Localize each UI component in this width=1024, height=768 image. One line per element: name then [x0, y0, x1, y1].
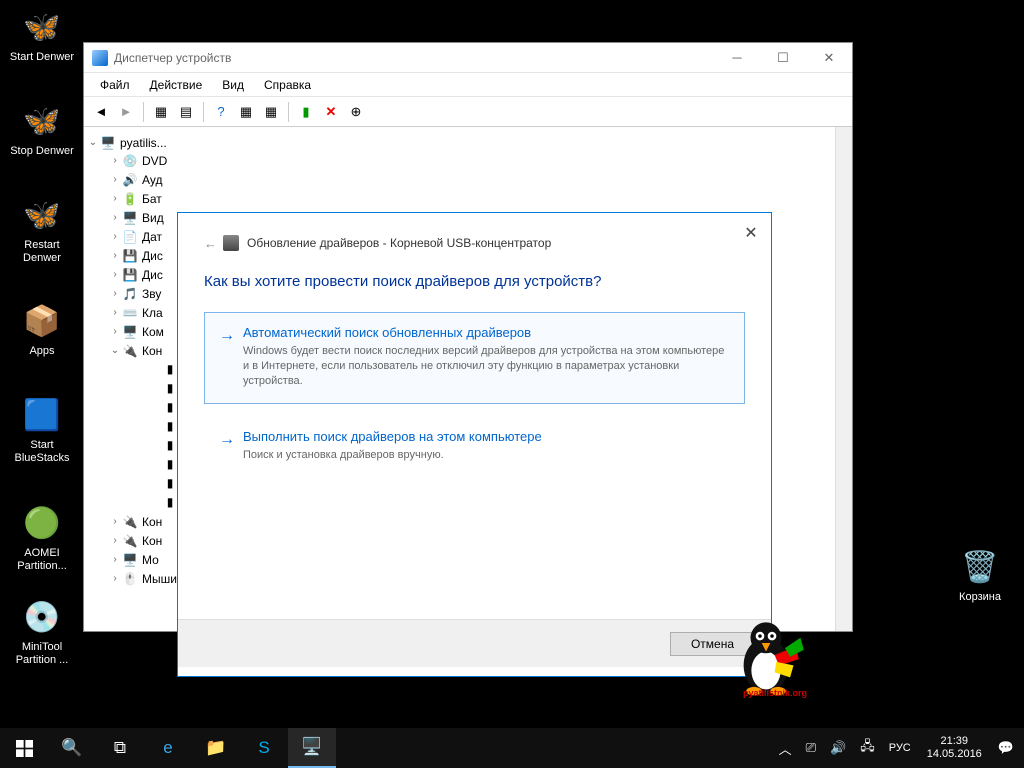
- toolbar: ◄ ► ▦ ▤ ? ▦ ▦ ▮ ✕ ⊕: [84, 97, 852, 127]
- icon-label: Restart Denwer: [4, 239, 80, 265]
- tree-category[interactable]: ›💿DVD: [108, 152, 833, 169]
- option-browse-computer[interactable]: → Выполнить поиск драйверов на этом комп…: [204, 416, 745, 478]
- desktop-icon[interactable]: 🗑️ Корзина: [942, 546, 1018, 604]
- explorer-icon[interactable]: 📁: [192, 728, 240, 768]
- toolbar-btn-4[interactable]: ▦: [235, 101, 257, 123]
- device-icon: [223, 235, 239, 251]
- app-icon: 💿: [21, 596, 63, 638]
- device-manager-taskbar-icon[interactable]: 🖥️: [288, 728, 336, 768]
- dialog-question: Как вы хотите провести поиск драйверов д…: [204, 273, 745, 290]
- task-view-icon[interactable]: ⧉: [96, 728, 144, 768]
- taskbar[interactable]: 🔍 ⧉ e 📁 S 🖥️ ︿ ⎚ 🔊 🖧 РУС 21:39 14.05.201…: [0, 728, 1024, 768]
- tree-root[interactable]: ⌄🖥️pyatilis...: [86, 134, 833, 151]
- back-button[interactable]: ◄: [90, 101, 112, 123]
- dialog-footer: Отмена: [178, 619, 771, 667]
- tree-category[interactable]: ›🔊Ауд: [108, 171, 833, 188]
- search-icon[interactable]: 🔍: [48, 728, 96, 768]
- icon-label: Stop Denwer: [4, 145, 80, 158]
- watermark-text: pyatilistnik.org: [743, 688, 807, 698]
- option-desc: Windows будет вести поиск последних верс…: [243, 344, 730, 389]
- volume-icon[interactable]: 🔊: [824, 740, 852, 756]
- app-icon: 🟢: [21, 502, 63, 544]
- app-icon: 🟦: [21, 394, 63, 436]
- option-title: Выполнить поиск драйверов на этом компью…: [243, 429, 542, 444]
- driver-update-dialog: ✕ ← Обновление драйверов - Корневой USB-…: [177, 212, 772, 677]
- toolbar-btn-remove[interactable]: ✕: [320, 101, 342, 123]
- menu-item[interactable]: Справка: [254, 75, 321, 95]
- desktop-icon[interactable]: 🦋 Stop Denwer: [4, 100, 80, 158]
- desktop-icon[interactable]: 💿 MiniTool Partition ...: [4, 596, 80, 667]
- menu-item[interactable]: Вид: [212, 75, 254, 95]
- desktop-icon[interactable]: 📦 Apps: [4, 300, 80, 358]
- window-title: Диспетчер устройств: [114, 51, 714, 65]
- menu-item[interactable]: Файл: [90, 75, 140, 95]
- option-title: Автоматический поиск обновленных драйвер…: [243, 325, 730, 340]
- maximize-button[interactable]: ☐: [760, 43, 806, 73]
- menu-item[interactable]: Действие: [140, 75, 213, 95]
- app-icon: 📦: [21, 300, 63, 342]
- arrow-icon: →: [219, 431, 235, 463]
- system-tray: ︿ ⎚ 🔊 🖧 РУС 21:39 14.05.2016 💬: [773, 735, 1024, 761]
- menubar: ФайлДействиеВидСправка: [84, 73, 852, 97]
- tree-category[interactable]: ›🔋Бат: [108, 190, 833, 207]
- app-icon: 🦋: [21, 194, 63, 236]
- icon-label: AOMEI Partition...: [4, 547, 80, 573]
- app-icon: 🦋: [21, 6, 63, 48]
- toolbar-btn-5[interactable]: ▦: [260, 101, 282, 123]
- toolbar-btn-2[interactable]: ▤: [175, 101, 197, 123]
- toolbar-btn-help[interactable]: ?: [210, 101, 232, 123]
- icon-label: MiniTool Partition ...: [4, 641, 80, 667]
- icon-label: Start Denwer: [4, 51, 80, 64]
- skype-icon[interactable]: S: [240, 728, 288, 768]
- dialog-header: ← Обновление драйверов - Корневой USB-ко…: [204, 235, 745, 251]
- desktop-icon[interactable]: 🟦 Start BlueStacks: [4, 394, 80, 465]
- toolbar-btn-update[interactable]: ⊕: [345, 101, 367, 123]
- toolbar-btn-1[interactable]: ▦: [150, 101, 172, 123]
- close-button[interactable]: ✕: [806, 43, 852, 73]
- dialog-close-button[interactable]: ✕: [737, 219, 765, 247]
- desktop-icon[interactable]: 🦋 Start Denwer: [4, 6, 80, 64]
- tray-devices-icon[interactable]: ⎚: [800, 740, 822, 756]
- icon-label: Apps: [4, 345, 80, 358]
- option-desc: Поиск и установка драйверов вручную.: [243, 448, 542, 463]
- device-manager-window: Диспетчер устройств ─ ☐ ✕ ФайлДействиеВи…: [83, 42, 853, 632]
- toolbar-btn-scan[interactable]: ▮: [295, 101, 317, 123]
- app-icon: [92, 50, 108, 66]
- language-indicator[interactable]: РУС: [883, 742, 917, 754]
- arrow-icon: →: [219, 327, 235, 389]
- app-icon: 🗑️: [959, 546, 1001, 588]
- titlebar[interactable]: Диспетчер устройств ─ ☐ ✕: [84, 43, 852, 73]
- desktop-icon[interactable]: 🦋 Restart Denwer: [4, 194, 80, 265]
- network-icon[interactable]: 🖧: [854, 737, 881, 759]
- notifications-icon[interactable]: 💬: [992, 740, 1020, 756]
- start-button[interactable]: [0, 728, 48, 768]
- cancel-button[interactable]: Отмена: [670, 632, 755, 656]
- minimize-button[interactable]: ─: [714, 43, 760, 73]
- vertical-scrollbar[interactable]: [835, 127, 852, 631]
- icon-label: Корзина: [942, 591, 1018, 604]
- desktop-icon[interactable]: 🟢 AOMEI Partition...: [4, 502, 80, 573]
- tray-chevron-icon[interactable]: ︿: [773, 739, 798, 758]
- forward-button[interactable]: ►: [115, 101, 137, 123]
- content-area: ⌄🖥️pyatilis... ›💿DVD›🔊Ауд›🔋Бат›🖥️Вид›📄Да…: [84, 127, 852, 631]
- edge-icon[interactable]: e: [144, 728, 192, 768]
- clock[interactable]: 21:39 14.05.2016: [919, 735, 990, 761]
- option-auto-search[interactable]: → Автоматический поиск обновленных драйв…: [204, 312, 745, 404]
- icon-label: Start BlueStacks: [4, 439, 80, 465]
- app-icon: 🦋: [21, 100, 63, 142]
